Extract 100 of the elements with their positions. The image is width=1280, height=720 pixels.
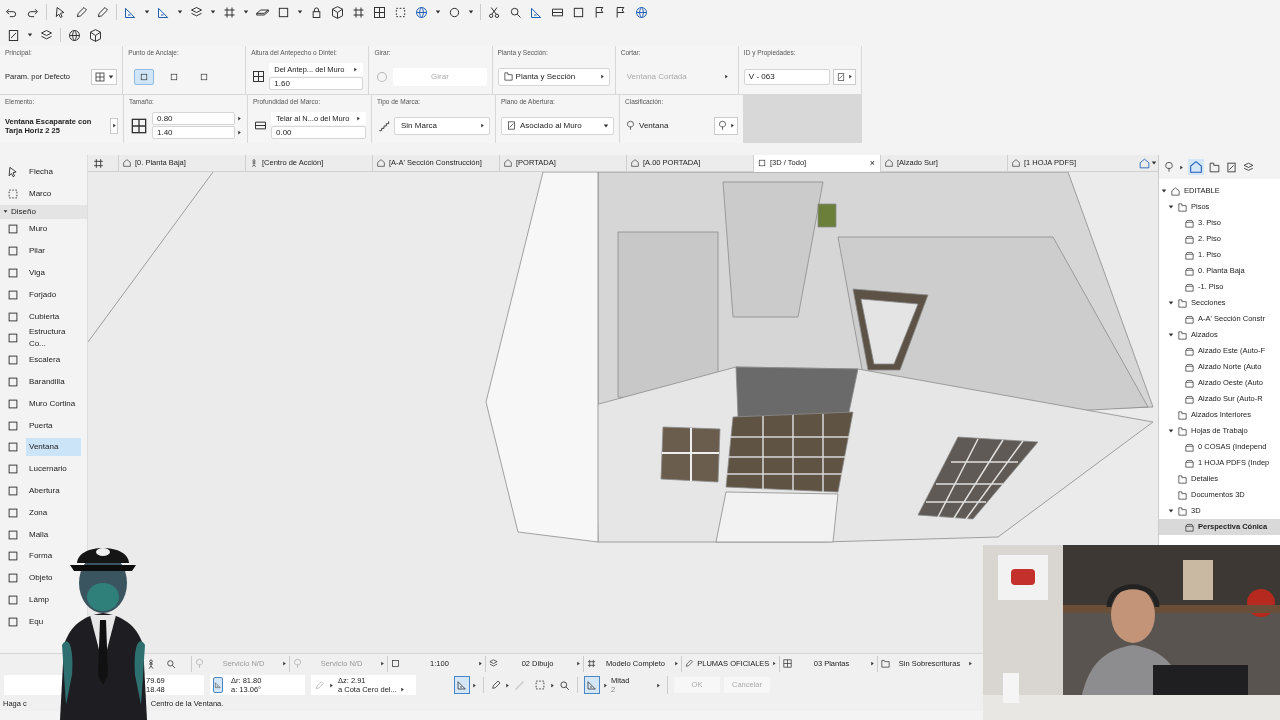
tool-item[interactable]: Barandilla: [26, 373, 68, 392]
house-icon[interactable]: [503, 158, 513, 168]
tool-icon[interactable]: [6, 331, 20, 346]
setting-icon[interactable]: [390, 658, 401, 669]
caret-icon[interactable]: [848, 74, 853, 80]
caret-icon[interactable]: [480, 123, 485, 129]
properties-button[interactable]: [833, 68, 856, 85]
floor-icon[interactable]: [1208, 160, 1221, 174]
square-icon[interactable]: [139, 71, 150, 82]
square-icon[interactable]: [199, 71, 210, 82]
caret-icon[interactable]: [870, 661, 875, 666]
tool-item[interactable]: Lámp: [26, 591, 52, 610]
setting-icon[interactable]: [880, 658, 891, 669]
house-icon[interactable]: [1011, 158, 1021, 168]
tool-item[interactable]: Estructura Co...: [25, 329, 87, 348]
id-field[interactable]: V - 063: [743, 68, 830, 85]
tool-icon[interactable]: [6, 549, 20, 564]
floor-icon[interactable]: [1177, 297, 1188, 309]
tool-icon[interactable]: [6, 527, 20, 542]
plane-icon[interactable]: [506, 120, 517, 132]
caret-icon[interactable]: [1179, 164, 1184, 170]
tool-icon[interactable]: [6, 287, 20, 302]
caret-icon[interactable]: [356, 116, 361, 122]
caret-icon[interactable]: [297, 9, 303, 15]
pencil-icon[interactable]: [95, 4, 110, 20]
caret-icon[interactable]: [603, 122, 609, 129]
caret-icon[interactable]: [576, 661, 581, 666]
floor-icon[interactable]: [1177, 409, 1188, 421]
section-icon[interactable]: [1184, 441, 1195, 453]
section-icon[interactable]: [1184, 521, 1195, 533]
caret-icon[interactable]: [237, 116, 242, 122]
section-icon[interactable]: [1184, 249, 1195, 261]
option-menu[interactable]: Sin Marca: [394, 116, 490, 135]
caret-icon[interactable]: [468, 9, 474, 15]
tool-icon[interactable]: [6, 593, 20, 608]
caret-icon[interactable]: [505, 682, 510, 688]
caret-icon[interactable]: [177, 9, 183, 15]
value-field[interactable]: 0.00: [271, 126, 366, 140]
tool-item[interactable]: Zona: [26, 503, 51, 522]
tool-item[interactable]: Abertura: [26, 482, 63, 501]
square-icon[interactable]: [169, 71, 180, 82]
setting-icon[interactable]: [782, 658, 793, 669]
caret-icon[interactable]: [674, 661, 679, 666]
tool-icon[interactable]: [6, 353, 20, 368]
section-icon[interactable]: [1184, 377, 1195, 389]
house-icon[interactable]: [630, 158, 640, 168]
house-icon[interactable]: [1170, 185, 1181, 197]
globe-icon[interactable]: [414, 4, 429, 20]
caret-icon[interactable]: [435, 9, 441, 15]
tool-item[interactable]: Objeto: [26, 569, 56, 588]
house-icon[interactable]: [884, 158, 894, 168]
cube-icon[interactable]: [330, 4, 345, 20]
floor-icon[interactable]: [1177, 425, 1188, 437]
caret-icon[interactable]: [730, 123, 735, 129]
section-icon[interactable]: [1184, 265, 1195, 277]
tree-icon[interactable]: [625, 120, 636, 132]
sheet-icon[interactable]: [1225, 160, 1238, 174]
caret-icon[interactable]: [1168, 508, 1174, 514]
tool-icon[interactable]: [6, 309, 20, 324]
close-button[interactable]: ×: [867, 158, 877, 168]
tool-icon[interactable]: [6, 571, 20, 586]
selection-icon[interactable]: [533, 678, 547, 692]
tool-icon[interactable]: [6, 266, 20, 281]
house-icon[interactable]: [1188, 159, 1204, 175]
caret-icon[interactable]: [111, 123, 117, 129]
caret-icon[interactable]: [656, 682, 661, 688]
caret-icon[interactable]: [772, 661, 777, 666]
zoom-icon[interactable]: [165, 657, 177, 670]
caret-icon[interactable]: [1168, 204, 1174, 210]
tool-item[interactable]: Ventana: [26, 438, 81, 457]
floor-icon[interactable]: [1177, 329, 1188, 341]
globe-icon[interactable]: [67, 27, 82, 43]
classification-button[interactable]: [714, 116, 738, 135]
caret-icon[interactable]: [399, 687, 405, 692]
setting-icon[interactable]: [586, 658, 597, 669]
caret-icon[interactable]: [599, 74, 605, 80]
caret-icon[interactable]: [108, 73, 115, 80]
section-icon[interactable]: [1184, 457, 1195, 469]
setting-icon[interactable]: [684, 658, 695, 669]
caret-icon[interactable]: [968, 661, 973, 666]
tool-icon[interactable]: [6, 222, 20, 237]
section-icon[interactable]: [1184, 281, 1195, 293]
person-icon[interactable]: [249, 158, 259, 168]
section-icon[interactable]: [1184, 217, 1195, 229]
section-icon[interactable]: [1184, 345, 1195, 357]
floor-icon[interactable]: [1177, 489, 1188, 501]
caret-icon[interactable]: [3, 209, 8, 215]
tool-item[interactable]: Malla: [26, 525, 52, 544]
favorites-button[interactable]: [91, 68, 118, 85]
tool-item[interactable]: Lucernario: [26, 460, 70, 479]
tool-icon[interactable]: [6, 244, 20, 259]
caret-icon[interactable]: [353, 67, 359, 73]
tool-item[interactable]: Cubierta: [26, 307, 63, 326]
cursor-icon[interactable]: [6, 164, 20, 179]
caret-icon[interactable]: [550, 682, 555, 688]
layers-icon[interactable]: [39, 27, 54, 43]
window-icon[interactable]: [372, 4, 387, 20]
setting-icon[interactable]: [488, 658, 499, 669]
tool-icon[interactable]: [6, 396, 20, 411]
tool-item[interactable]: Muro: [26, 220, 51, 239]
